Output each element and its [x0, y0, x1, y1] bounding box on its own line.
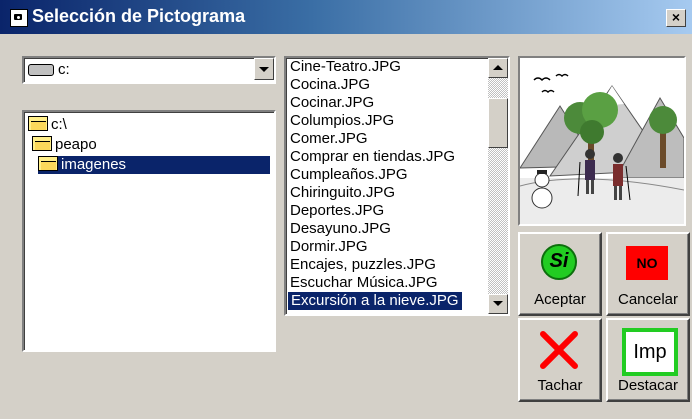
tree-item-label: peapo	[55, 136, 97, 153]
close-button[interactable]: ×	[666, 9, 686, 27]
list-item[interactable]: Escuchar Música.JPG	[290, 274, 438, 292]
tree-item-peapo[interactable]: peapo	[32, 136, 97, 154]
cancel-button[interactable]: NO Cancelar	[606, 232, 690, 316]
imp-icon: Imp	[622, 328, 678, 376]
scroll-down-icon[interactable]	[488, 294, 508, 314]
cross-icon	[540, 331, 578, 369]
list-item[interactable]: Cumpleaños.JPG	[290, 166, 408, 184]
list-item[interactable]: Columpios.JPG	[290, 112, 394, 130]
list-item[interactable]: Cocinar.JPG	[290, 94, 374, 112]
yes-icon: Si	[541, 244, 577, 280]
drive-icon	[28, 64, 54, 76]
list-item[interactable]: Dormir.JPG	[290, 238, 368, 256]
vertical-scrollbar[interactable]	[488, 58, 508, 314]
drive-value: c:	[58, 61, 70, 78]
cancel-label: Cancelar	[617, 291, 679, 308]
drive-select[interactable]: c:	[22, 56, 276, 84]
list-item[interactable]: Cine-Teatro.JPG	[290, 58, 401, 76]
tree-item-label: c:\	[51, 116, 67, 133]
tree-item-root[interactable]: c:\	[28, 116, 67, 134]
tree-item-imagenes[interactable]: imagenes	[38, 156, 270, 174]
chevron-down-icon[interactable]	[254, 58, 274, 80]
scroll-thumb[interactable]	[488, 98, 508, 148]
list-item-selected[interactable]: Excursión a la nieve.JPG	[288, 292, 462, 310]
strike-label: Tachar	[537, 377, 583, 394]
list-item[interactable]: Desayuno.JPG	[290, 220, 391, 238]
pictogram-preview	[518, 56, 686, 226]
open-folder-icon	[32, 136, 52, 151]
list-item[interactable]: Encajes, puzzles.JPG	[290, 256, 436, 274]
accept-button[interactable]: Si Aceptar	[518, 232, 602, 316]
tree-item-label: imagenes	[61, 156, 127, 173]
list-item[interactable]: Comer.JPG	[290, 130, 368, 148]
highlight-button[interactable]: Imp Destacar	[606, 318, 690, 402]
window-title: Selección de Pictograma	[32, 6, 246, 26]
list-item[interactable]: Chiringuito.JPG	[290, 184, 395, 202]
file-list[interactable]: Cine-Teatro.JPG Cocina.JPG Cocinar.JPG C…	[284, 56, 510, 316]
list-item[interactable]: Deportes.JPG	[290, 202, 384, 220]
folder-tree[interactable]: c:\ peapo imagenes	[22, 110, 276, 352]
list-item[interactable]: Cocina.JPG	[290, 76, 370, 94]
dialog-window: Selección de Pictograma × c: c:\ peapo i…	[0, 0, 692, 419]
scroll-up-icon[interactable]	[488, 58, 508, 78]
snow-excursion-image	[520, 58, 684, 224]
no-icon: NO	[626, 246, 668, 280]
list-item[interactable]: Comprar en tiendas.JPG	[290, 148, 455, 166]
open-folder-icon	[38, 156, 58, 171]
accept-label: Aceptar	[534, 291, 586, 308]
camera-icon	[10, 9, 28, 27]
highlight-label: Destacar	[617, 377, 679, 394]
open-folder-icon	[28, 116, 48, 131]
strike-button[interactable]: Tachar	[518, 318, 602, 402]
title-bar[interactable]: Selección de Pictograma ×	[0, 0, 692, 34]
